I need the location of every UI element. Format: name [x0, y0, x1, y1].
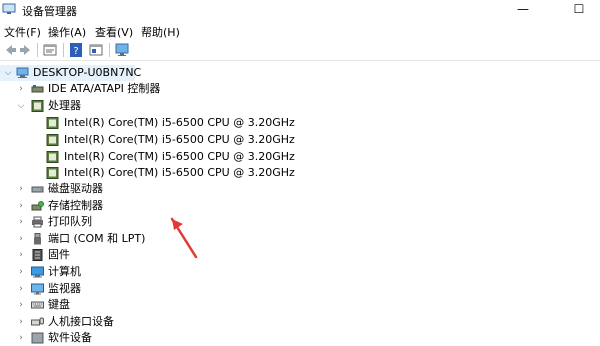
- window-title: 设备管理器: [22, 5, 77, 18]
- printer-icon: [32, 216, 43, 228]
- show-hidden-icon[interactable]: [88, 42, 104, 58]
- chevron-right-icon[interactable]: ›: [16, 231, 26, 247]
- tree-root[interactable]: ⌵ DESKTOP-U0BN7NC: [0, 65, 141, 81]
- chevron-right-icon[interactable]: ›: [16, 214, 26, 230]
- list-item[interactable]: Intel(R) Core(TM) i5-6500 CPU @ 3.20GHz: [0, 165, 300, 181]
- processor-icon: [46, 151, 59, 163]
- processor-icon: [46, 167, 59, 179]
- storage-controller-icon: [31, 201, 44, 211]
- chevron-right-icon[interactable]: ›: [16, 297, 26, 313]
- chevron-right-icon[interactable]: ›: [16, 314, 26, 330]
- list-item[interactable]: Intel(R) Core(TM) i5-6500 CPU @ 3.20GHz: [0, 132, 300, 148]
- chevron-right-icon[interactable]: ›: [16, 81, 26, 97]
- device-manager-icon: [2, 3, 16, 14]
- svg-text:?: ?: [73, 46, 78, 57]
- tree-node[interactable]: › 软件设备: [0, 330, 200, 346]
- chevron-right-icon[interactable]: ›: [16, 198, 26, 214]
- keyboard-icon: [31, 301, 44, 309]
- tree-node[interactable]: › 监视器: [0, 281, 200, 297]
- processor-icon: [46, 117, 59, 129]
- chevron-right-icon[interactable]: ›: [16, 264, 26, 280]
- computer-icon: [16, 67, 29, 78]
- chevron-right-icon[interactable]: ›: [16, 330, 26, 346]
- list-item[interactable]: Intel(R) Core(TM) i5-6500 CPU @ 3.20GHz: [0, 149, 300, 165]
- minimize-button[interactable]: —: [500, 0, 546, 22]
- tree-node[interactable]: › 人机接口设备: [0, 314, 200, 330]
- back-icon[interactable]: [2, 42, 18, 58]
- processor-icon: [31, 100, 44, 112]
- computer-icon: [31, 266, 44, 278]
- hid-icon: [31, 317, 44, 326]
- ide-controller-icon: [31, 85, 44, 93]
- menu-view[interactable]: 查看(V): [95, 24, 133, 40]
- tree-node[interactable]: ⌵ 处理器: [0, 98, 200, 114]
- monitor-icon[interactable]: [114, 42, 130, 58]
- root-label: DESKTOP-U0BN7NC: [33, 66, 142, 79]
- tree-node[interactable]: › 磁盘驱动器: [0, 181, 200, 197]
- port-icon: [34, 233, 41, 245]
- toolbar: ?: [0, 40, 600, 61]
- title-bar: 设备管理器 — ☐: [0, 0, 600, 22]
- chevron-down-icon[interactable]: ⌵: [16, 98, 26, 114]
- forward-icon[interactable]: [18, 42, 34, 58]
- help-icon[interactable]: ?: [68, 42, 84, 58]
- device-tree: ⌵ DESKTOP-U0BN7NC › IDE ATA/ATAPI 控制器 ⌵ …: [0, 61, 600, 344]
- chevron-down-icon[interactable]: ⌵: [3, 65, 13, 81]
- menu-file[interactable]: 文件(F): [4, 24, 41, 40]
- properties-icon[interactable]: [42, 42, 58, 58]
- firmware-icon: [32, 249, 43, 261]
- processor-icon: [46, 134, 59, 146]
- monitor-icon: [31, 283, 44, 295]
- maximize-button[interactable]: ☐: [556, 0, 600, 22]
- chevron-right-icon[interactable]: ›: [16, 247, 26, 263]
- menu-help[interactable]: 帮助(H): [141, 24, 180, 40]
- menu-bar: 文件(F) 操作(A) 查看(V) 帮助(H): [0, 22, 600, 40]
- chevron-right-icon[interactable]: ›: [16, 281, 26, 297]
- list-item[interactable]: Intel(R) Core(TM) i5-6500 CPU @ 3.20GHz: [0, 115, 300, 131]
- tree-node[interactable]: › 键盘: [0, 297, 200, 313]
- software-device-icon: [31, 332, 44, 344]
- menu-action[interactable]: 操作(A): [48, 24, 86, 40]
- disk-drive-icon: [31, 186, 44, 193]
- chevron-right-icon[interactable]: ›: [16, 181, 26, 197]
- tree-node[interactable]: › IDE ATA/ATAPI 控制器: [0, 81, 200, 97]
- annotation-arrow: [170, 217, 198, 259]
